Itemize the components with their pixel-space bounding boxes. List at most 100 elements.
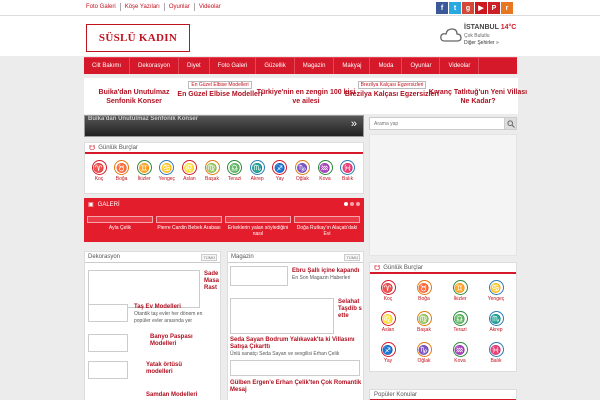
top-link-kose-yazilari[interactable]: Köşe Yazıları — [119, 3, 164, 11]
twitter-icon[interactable]: t — [449, 2, 461, 14]
sidebar-horoscope-sign[interactable]: ♓ Balık — [486, 342, 506, 364]
nav-item-diyet[interactable]: Diyet — [179, 58, 210, 74]
top-link-oyunlar[interactable]: Oyunlar — [163, 3, 194, 11]
horoscope-sign[interactable]: ♊ İkizler — [134, 160, 154, 182]
zodiac-label: Yengeç — [487, 296, 505, 302]
zodiac-icon: ♍ — [416, 311, 432, 326]
sidebar-horoscope-sign[interactable]: ♉ Boğa — [414, 280, 434, 302]
top-link-foto-galeri[interactable]: Foto Galeri — [86, 3, 120, 11]
dekorasyon-article-3[interactable]: Yatak örtüsü modelleri — [146, 362, 210, 376]
dekorasyon-thumb-3[interactable] — [88, 361, 128, 379]
facebook-icon[interactable]: f — [436, 2, 448, 14]
horoscope-sign[interactable]: ♎ Terazi — [225, 160, 245, 182]
nav-item-cilt-bak-m-[interactable]: Cilt Bakımı — [84, 58, 131, 74]
dekorasyon-article-2[interactable]: Banyo Paspası Modelleri — [150, 334, 214, 348]
gallery-dot-1[interactable] — [344, 202, 348, 206]
search-icon — [506, 119, 515, 128]
horoscope-sign[interactable]: ♌ Aslan — [179, 160, 199, 182]
gallery-item[interactable]: Ayla Çelik — [86, 216, 154, 231]
horoscope-sign[interactable]: ♑ Oğlak — [292, 160, 312, 182]
magazin-featured-image[interactable] — [230, 298, 334, 334]
sidebar-horoscope-sign[interactable]: ♒ Kova — [450, 342, 470, 364]
dekorasyon-featured-title[interactable]: Sade Masa Rast — [204, 271, 220, 292]
headline-item[interactable]: Kıvanç Tatlıtuğ'un Yeni Villası Ne Kadar… — [428, 81, 528, 106]
headline-item[interactable]: Türkiye'nin en zengin 100 kişi ve ailesi — [256, 81, 356, 106]
zodiac-icon: ♋ — [488, 280, 504, 295]
pinterest-icon[interactable]: P — [488, 2, 500, 14]
headline-strip: Buika'dan Unutulmaz Senfonik Konser En Gü… — [84, 78, 527, 114]
sidebar-horoscope-sign[interactable]: ♊ İkizler — [450, 280, 470, 302]
headline-title: Buika'dan Unutulmaz Senfonik Konser — [98, 89, 170, 105]
gallery-item[interactable]: Erkeklerin yalan söylediğini nasıl — [224, 216, 292, 237]
nav-item-videolar[interactable]: Videolar — [440, 58, 480, 74]
gallery-dot-3[interactable] — [356, 202, 360, 206]
gallery-item[interactable]: Pierre Cardin Bebek Arabası — [155, 216, 223, 231]
nav-item-magazin[interactable]: Magazin — [295, 58, 335, 74]
gallery-item[interactable]: Doğa Rutkay'ın Alaçatı'daki Evi — [293, 216, 361, 237]
sidebar-horoscope-sign[interactable]: ♍ Başak — [414, 311, 434, 333]
headline-item[interactable]: Brezilya Kalçası Egzersizleri Brezilya Ka… — [342, 81, 442, 99]
gallery-caption: Erkeklerin yalan söylediğini nasıl — [227, 225, 289, 237]
slider-caption: Buika'dan Unutulmaz Senfonik Konser — [88, 116, 199, 122]
horoscope-sign[interactable]: ♓ Balık — [338, 160, 358, 182]
sidebar-horoscope-sign[interactable]: ♑ Oğlak — [414, 342, 434, 364]
search-input[interactable] — [369, 117, 505, 130]
top-link-videolar[interactable]: Videolar — [193, 3, 225, 11]
horoscope-sign[interactable]: ♐ Yay — [270, 160, 290, 182]
dekorasyon-featured-image[interactable] — [88, 270, 200, 308]
dekorasyon-article-4[interactable]: Samdan Modelleri — [146, 392, 216, 399]
horoscope-sign[interactable]: ♉ Boğa — [112, 160, 132, 182]
zodiac-icon: ♏ — [249, 160, 265, 175]
headline-item[interactable]: En Güzel Elbise Modelleri En Güzel Elbise… — [170, 81, 270, 99]
horoscope-sign[interactable]: ♒ Kova — [315, 160, 335, 182]
nav-item-foto-galeri[interactable]: Foto Galeri — [210, 58, 257, 74]
camera-icon: ▣ — [88, 202, 94, 208]
magazin-header: Magazin TÜMÜ — [228, 252, 363, 263]
social-icons: f t g ▶ Pr — [436, 2, 513, 14]
magazin-all-button[interactable]: TÜMÜ — [344, 253, 360, 261]
site-logo[interactable]: SÜSLÜ KADIN — [86, 24, 190, 52]
sidebar-horoscope-sign[interactable]: ♎ Terazi — [450, 311, 470, 333]
zodiac-icon: ♑ — [294, 160, 310, 175]
dekorasyon-thumb-2[interactable] — [88, 334, 128, 352]
horoscope-sign[interactable]: ♋ Yengeç — [157, 160, 177, 182]
sidebar-horoscope-sign[interactable]: ♏ Akrep — [486, 311, 506, 333]
gallery-panel: ▣ GALERİ Ayla Çelik Pierre Cardin Bebek A… — [84, 198, 364, 242]
horoscope-icon: ☋ — [89, 144, 96, 152]
magazin-article-3[interactable]: Seda Sayan Bodrum Yalıkavak'ta ki Villas… — [230, 337, 362, 358]
magazin-thumb-1[interactable] — [230, 266, 288, 286]
nav-item-oyunlar[interactable]: Oyunlar — [402, 58, 441, 74]
nav-item-dekorasyon[interactable]: Dekorasyon — [130, 58, 180, 74]
youtube-icon[interactable]: ▶ — [475, 2, 487, 14]
horoscope-sign[interactable]: ♈ Koç — [89, 160, 109, 182]
gallery-dot-2[interactable] — [350, 202, 354, 206]
magazin-title: Magazin — [231, 254, 254, 260]
nav-item-makyaj[interactable]: Makyaj — [334, 58, 371, 74]
dekorasyon-all-button[interactable]: TÜMÜ — [201, 253, 217, 261]
google-plus-icon[interactable]: g — [462, 2, 474, 14]
nav-item-moda[interactable]: Moda — [370, 58, 403, 74]
sidebar-horoscope-sign[interactable]: ♋ Yengeç — [486, 280, 506, 302]
zodiac-icon: ♍ — [204, 160, 220, 175]
popular-topics-title: Popüler Konular — [370, 390, 516, 400]
magazin-article-1[interactable]: Ebru Şallı içine kapandı En Son Magazin … — [292, 268, 360, 282]
magazin-thumb-3[interactable] — [230, 360, 360, 376]
magazin-article-4[interactable]: Gülben Ergen'e Erhan Çelik'ten Çok Roman… — [230, 380, 362, 394]
magazin-article-2[interactable]: Selahat Taşdib sette — [338, 299, 362, 320]
zodiac-label: Başak — [417, 327, 431, 333]
horoscope-sign[interactable]: ♍ Başak — [202, 160, 222, 182]
headline-item[interactable]: Buika'dan Unutulmaz Senfonik Konser — [84, 81, 184, 106]
sidebar-horoscope-sign[interactable]: ♌ Aslan — [378, 311, 398, 333]
weather-widget: İSTANBUL 14°C Çok Bulutlu Diğer Şehirler… — [440, 22, 530, 52]
horoscope-sign[interactable]: ♏ Akrep — [247, 160, 267, 182]
rss-icon[interactable]: r — [501, 2, 513, 14]
dekorasyon-article-1[interactable]: Taş Ev Modelleri Otantik taş evler her d… — [134, 304, 218, 325]
sidebar-horoscope-sign[interactable]: ♈ Koç — [378, 280, 398, 302]
sidebar-horoscope-sign[interactable]: ♐ Yay — [378, 342, 398, 364]
search-button[interactable] — [504, 117, 517, 130]
zodiac-label: Oğlak — [417, 358, 431, 364]
other-cities-link[interactable]: Diğer Şehirler » — [464, 40, 499, 46]
slider-next-icon[interactable]: » — [351, 118, 357, 130]
dekorasyon-thumb-1[interactable] — [88, 304, 128, 322]
nav-item-g-zellik[interactable]: Güzellik — [256, 58, 295, 74]
